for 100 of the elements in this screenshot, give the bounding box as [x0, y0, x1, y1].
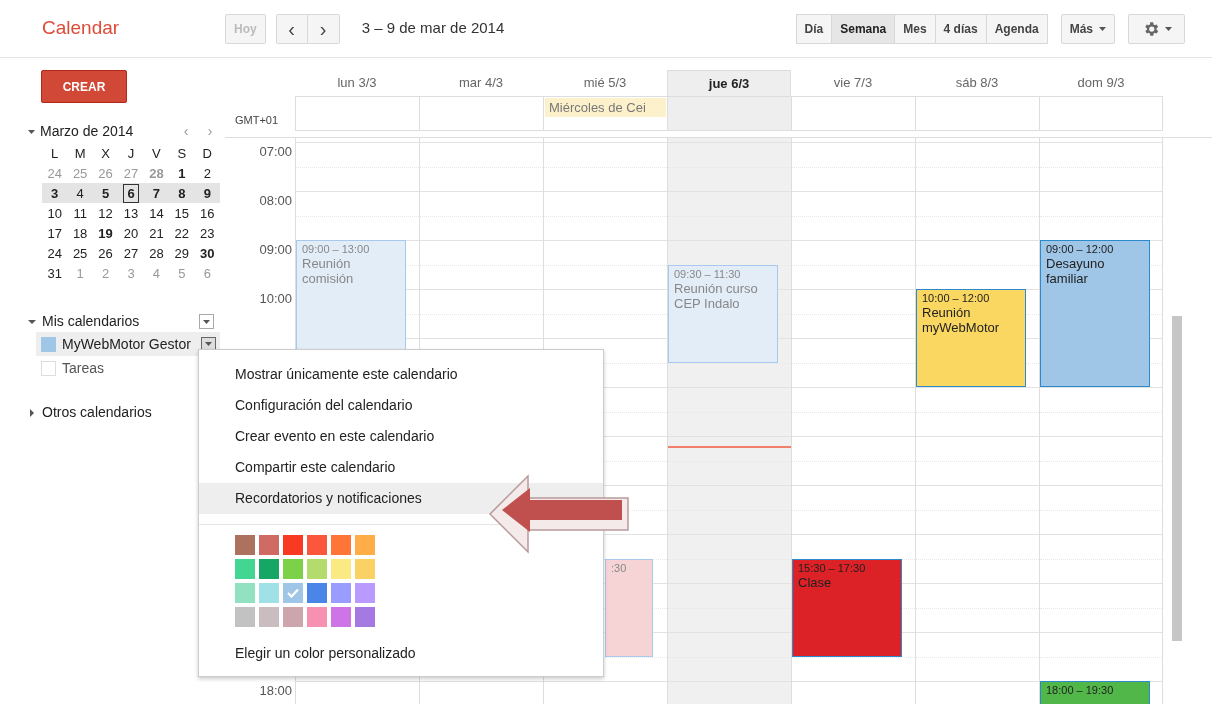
day-number[interactable]: 27 — [119, 243, 143, 263]
color-swatch[interactable] — [331, 535, 351, 555]
day-number[interactable]: 13 — [119, 203, 143, 223]
dropdown-button[interactable] — [199, 314, 214, 329]
day-number[interactable]: 21 — [145, 223, 168, 243]
view-tab[interactable]: Semana — [831, 13, 896, 44]
day-number[interactable]: 6 — [123, 183, 139, 203]
color-swatch[interactable] — [283, 583, 303, 603]
day-header[interactable]: sáb 8/3 — [915, 70, 1039, 96]
day-number[interactable]: 15 — [170, 203, 194, 223]
day-number[interactable]: 12 — [94, 203, 117, 223]
color-swatch[interactable] — [331, 607, 351, 627]
color-swatch[interactable] — [355, 583, 375, 603]
day-number[interactable]: 29 — [170, 243, 194, 263]
day-number[interactable]: 9 — [199, 183, 215, 203]
create-button[interactable]: CREAR — [41, 70, 127, 103]
day-number[interactable]: 3 — [47, 183, 63, 203]
expand-caret-icon[interactable] — [28, 408, 36, 417]
day-number[interactable]: 11 — [69, 203, 91, 223]
day-number[interactable]: 17 — [43, 223, 66, 243]
section-title[interactable]: Mis calendarios — [42, 311, 140, 332]
day-number[interactable]: 5 — [97, 183, 114, 203]
all-day-cell[interactable] — [295, 96, 419, 131]
settings-button[interactable] — [1128, 13, 1185, 44]
day-header[interactable]: vie 7/3 — [791, 70, 915, 96]
day-number[interactable]: 30 — [196, 243, 219, 263]
all-day-cell[interactable] — [791, 96, 915, 131]
next-button[interactable]: › — [307, 13, 340, 44]
day-header[interactable]: lun 3/3 — [295, 70, 419, 96]
day-number[interactable]: 16 — [196, 203, 219, 223]
week-row[interactable]: 17 18 19 20 21 22 23 — [42, 223, 220, 243]
color-swatch[interactable] — [283, 607, 303, 627]
day-number[interactable]: 14 — [145, 203, 168, 223]
week-row[interactable]: 24 25 26 27 28 1 2 — [42, 163, 220, 183]
view-tab[interactable]: Día — [795, 13, 833, 44]
day-number[interactable]: 31 — [43, 263, 66, 283]
menu-item[interactable]: Compartir este calendario — [199, 452, 603, 483]
week-row[interactable]: 24 25 26 27 28 29 30 — [42, 243, 220, 263]
color-swatch[interactable] — [355, 535, 375, 555]
color-swatch[interactable] — [307, 535, 327, 555]
more-button[interactable]: Más — [1060, 13, 1115, 44]
all-day-cell[interactable]: Miércoles de Cei — [543, 96, 667, 131]
color-swatch[interactable] — [283, 535, 303, 555]
day-header[interactable]: dom 9/3 — [1039, 70, 1163, 96]
view-tab[interactable]: 4 días — [934, 13, 987, 44]
all-day-cell[interactable] — [419, 96, 543, 131]
all-day-cell[interactable] — [667, 96, 791, 131]
color-swatch[interactable] — [307, 583, 327, 603]
day-header[interactable]: mar 4/3 — [419, 70, 543, 96]
day-number[interactable]: 19 — [94, 223, 117, 243]
day-number[interactable]: 25 — [68, 243, 92, 263]
menu-item[interactable]: Elegir un color personalizado — [199, 639, 603, 667]
day-number[interactable]: 2 — [199, 163, 215, 183]
view-tab[interactable]: Agenda — [985, 13, 1048, 44]
day-number[interactable]: 23 — [196, 223, 219, 243]
day-header[interactable]: mié 5/3 — [543, 70, 667, 96]
day-number[interactable]: 8 — [174, 183, 190, 203]
event-block[interactable]: 10:00 – 12:00 Reunión myWebMotor — [916, 289, 1026, 387]
event-block[interactable]: 18:00 – 19:30 — [1040, 681, 1150, 704]
color-swatch[interactable] — [331, 559, 351, 579]
color-swatch[interactable] — [235, 559, 255, 579]
week-row[interactable]: 10 11 12 13 14 15 16 — [42, 203, 220, 223]
event-block[interactable]: 09:00 – 12:00 Desayuno familiar — [1040, 240, 1150, 387]
scrollbar[interactable] — [1172, 316, 1182, 641]
color-swatch[interactable] — [331, 583, 351, 603]
color-swatch[interactable] — [283, 559, 303, 579]
color-swatch[interactable] — [259, 607, 279, 627]
calendar-list-item[interactable]: MyWebMotor Gestor — [36, 332, 220, 356]
week-row[interactable]: 3 4 5 6 7 8 9 — [42, 183, 220, 203]
color-swatch[interactable] — [307, 607, 327, 627]
day-number[interactable]: 10 — [43, 203, 66, 223]
day-number[interactable]: 4 — [72, 183, 88, 203]
day-number[interactable]: 1 — [174, 163, 190, 183]
color-swatch[interactable] — [355, 607, 375, 627]
day-number[interactable]: 20 — [119, 223, 143, 243]
color-swatch[interactable] — [259, 583, 279, 603]
calendar-color-checkbox[interactable] — [41, 360, 56, 376]
color-swatch[interactable] — [235, 607, 255, 627]
color-swatch[interactable] — [235, 583, 255, 603]
color-swatch[interactable] — [259, 559, 279, 579]
day-number[interactable]: 18 — [68, 223, 92, 243]
view-tab[interactable]: Mes — [894, 13, 936, 44]
week-row[interactable]: 31 1 2 3 4 5 6 — [42, 263, 220, 283]
day-number[interactable]: 7 — [148, 183, 165, 203]
day-number[interactable]: 26 — [94, 243, 117, 263]
day-header[interactable]: jue 6/3 — [667, 70, 791, 96]
section-title[interactable]: Otros calendarios — [42, 402, 152, 423]
day-number[interactable]: 22 — [170, 223, 194, 243]
day-number[interactable]: 28 — [145, 243, 168, 263]
color-swatch[interactable] — [235, 535, 255, 555]
all-day-event[interactable]: Miércoles de Cei — [545, 98, 666, 117]
previous-button[interactable]: ‹ — [275, 13, 308, 44]
color-swatch[interactable] — [259, 535, 279, 555]
color-swatch[interactable] — [355, 559, 375, 579]
day-number[interactable]: 24 — [43, 243, 66, 263]
color-swatch[interactable] — [307, 559, 327, 579]
calendar-color-checkbox[interactable] — [41, 336, 56, 352]
all-day-cell[interactable] — [915, 96, 1039, 131]
all-day-cell[interactable] — [1039, 96, 1163, 131]
expand-caret-icon[interactable] — [28, 317, 36, 326]
